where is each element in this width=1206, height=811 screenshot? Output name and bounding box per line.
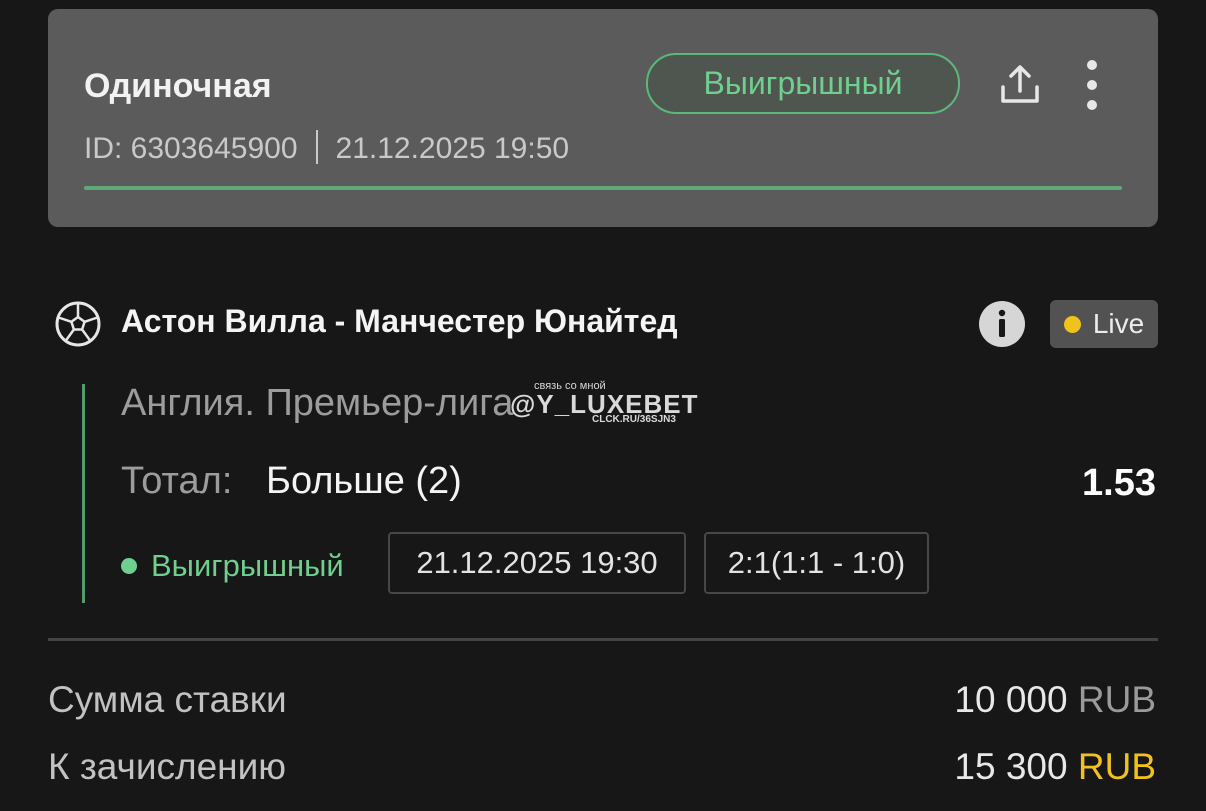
divider (48, 638, 1158, 641)
live-badge: Live (1050, 300, 1158, 348)
market-label: Тотал: (121, 460, 233, 502)
payout-currency: RUB (1077, 746, 1156, 787)
live-dot-icon (1063, 315, 1081, 333)
league-name: Англия. Премьер-лига (121, 382, 514, 424)
status-dot-icon (121, 558, 137, 574)
stake-currency: RUB (1077, 679, 1156, 720)
odds-value: 1.53 (1082, 462, 1156, 504)
watermark: связь со мной @Y_LUXEBET CLCK.RU/36SJN3 (510, 380, 710, 430)
score-chip: 2:1(1:1 - 1:0) (704, 532, 929, 594)
bet-details-screen: Одиночная ID: 6303645900 21.12.2025 19:50… (0, 0, 1206, 811)
watermark-link-text: CLCK.RU/36SJN3 (592, 414, 676, 425)
payout-value: 15 300 RUB (954, 746, 1156, 788)
stake-value: 10 000 RUB (954, 679, 1156, 721)
share-icon[interactable] (996, 61, 1044, 109)
bet-header-card: Одиночная ID: 6303645900 21.12.2025 19:50… (48, 9, 1158, 227)
bet-datetime: 21.12.2025 19:50 (335, 132, 570, 165)
meta-separator (315, 130, 318, 164)
payout-amount: 15 300 (954, 746, 1068, 787)
payout-label: К зачислению (48, 746, 287, 787)
live-label: Live (1092, 308, 1145, 339)
soccer-ball-icon (55, 301, 101, 347)
bet-status-badge: Выигрышный (646, 53, 960, 114)
selection-status: Выигрышный (121, 548, 344, 584)
stake-amount: 10 000 (954, 679, 1068, 720)
event-datetime-chip: 21.12.2025 19:30 (388, 532, 686, 594)
event-title[interactable]: Астон Вилла - Манчестер Юнайтед (121, 303, 678, 340)
bet-type-title: Одиночная (84, 67, 272, 105)
status-progress-bar (84, 186, 1122, 190)
selection-indicator (82, 384, 85, 603)
more-vertical-icon[interactable] (1080, 57, 1104, 113)
info-icon[interactable] (978, 300, 1026, 348)
market-value: Больше (2) (266, 460, 462, 502)
stake-label: Сумма ставки (48, 679, 287, 720)
bet-id: ID: 6303645900 (84, 132, 298, 165)
selection-status-label: Выигрышный (151, 548, 344, 583)
bet-meta: ID: 6303645900 21.12.2025 19:50 (84, 130, 569, 166)
